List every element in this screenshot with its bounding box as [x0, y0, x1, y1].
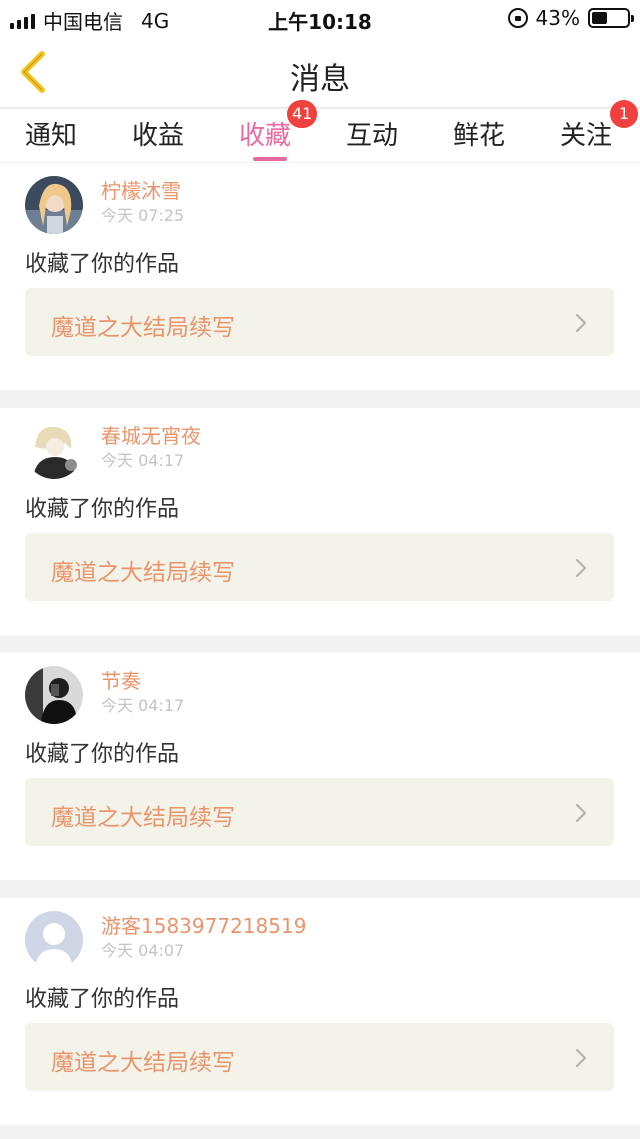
username[interactable]: 春城无宵夜 [101, 420, 201, 449]
tab-label: 鲜花 [452, 121, 505, 151]
follows-count-badge: 1 [610, 100, 638, 128]
work-link[interactable]: 魔道之大结局续写 [25, 1023, 614, 1091]
tab-flowers[interactable]: 鲜花 [444, 115, 514, 159]
timestamp: 今天 04:17 [101, 696, 185, 715]
message-card: 游客1583977218519 今天 04:07 收藏了你的作品 魔道之大结局续… [0, 898, 640, 1125]
tab-label: 收藏 [238, 121, 291, 151]
favorites-count-badge: 41 [287, 100, 318, 128]
chevron-right-icon [575, 558, 587, 578]
work-title: 魔道之大结局续写 [51, 805, 235, 831]
avatar[interactable] [25, 911, 83, 969]
tab-label: 关注 [559, 121, 612, 151]
action-text: 收藏了你的作品 [25, 252, 180, 277]
tab-label: 互动 [345, 121, 398, 151]
chevron-right-icon [575, 313, 587, 333]
active-tab-indicator [253, 157, 287, 161]
avatar[interactable] [25, 666, 83, 724]
timestamp: 今天 04:07 [101, 941, 185, 960]
username[interactable]: 节奏 [101, 665, 141, 694]
status-bar: 中国电信 4G 上午10:18 43% [0, 0, 640, 36]
username[interactable]: 游客1583977218519 [101, 910, 306, 939]
message-card: 节奏 今天 04:17 收藏了你的作品 魔道之大结局续写 [0, 653, 640, 880]
work-link[interactable]: 魔道之大结局续写 [25, 288, 614, 356]
work-title: 魔道之大结局续写 [51, 315, 235, 341]
work-link[interactable]: 魔道之大结局续写 [25, 778, 614, 846]
avatar[interactable] [25, 176, 83, 234]
action-text: 收藏了你的作品 [25, 742, 180, 767]
username[interactable]: 柠檬沐雪 [101, 175, 181, 204]
tab-earnings[interactable]: 收益 [123, 115, 193, 159]
chevron-right-icon [575, 803, 587, 823]
tab-label: 收益 [131, 121, 184, 151]
timestamp: 今天 07:25 [101, 206, 185, 225]
timestamp: 今天 04:17 [101, 451, 185, 470]
user-avatar-image [25, 666, 83, 724]
user-avatar-image [25, 176, 83, 234]
rotation-lock-icon [507, 8, 528, 28]
action-text: 收藏了你的作品 [25, 987, 180, 1012]
status-right: 43% [507, 6, 634, 30]
nav-bar: 消息 [0, 36, 640, 108]
work-title: 魔道之大结局续写 [51, 1050, 235, 1076]
message-card: 柠檬沐雪 今天 07:25 收藏了你的作品 魔道之大结局续写 [0, 163, 640, 390]
tab-interactions[interactable]: 互动 [337, 115, 407, 159]
work-title: 魔道之大结局续写 [51, 560, 235, 586]
battery-fill [592, 12, 607, 24]
page-title: 消息 [290, 62, 350, 97]
battery-icon [588, 8, 634, 28]
message-card: 春城无宵夜 今天 04:17 收藏了你的作品 魔道之大结局续写 [0, 408, 640, 635]
avatar[interactable] [25, 421, 83, 479]
tab-notifications[interactable]: 通知 [16, 115, 86, 159]
action-text: 收藏了你的作品 [25, 497, 180, 522]
tab-label: 通知 [24, 121, 77, 151]
battery-percent: 43% [535, 6, 580, 30]
tab-follows[interactable]: 关注 [551, 115, 621, 159]
chevron-right-icon [575, 1048, 587, 1068]
tab-bar: 通知 收益 收藏 41 互动 鲜花 关注 1 [0, 100, 640, 162]
user-avatar-image [25, 421, 83, 479]
default-user-icon [25, 911, 83, 969]
work-link[interactable]: 魔道之大结局续写 [25, 533, 614, 601]
